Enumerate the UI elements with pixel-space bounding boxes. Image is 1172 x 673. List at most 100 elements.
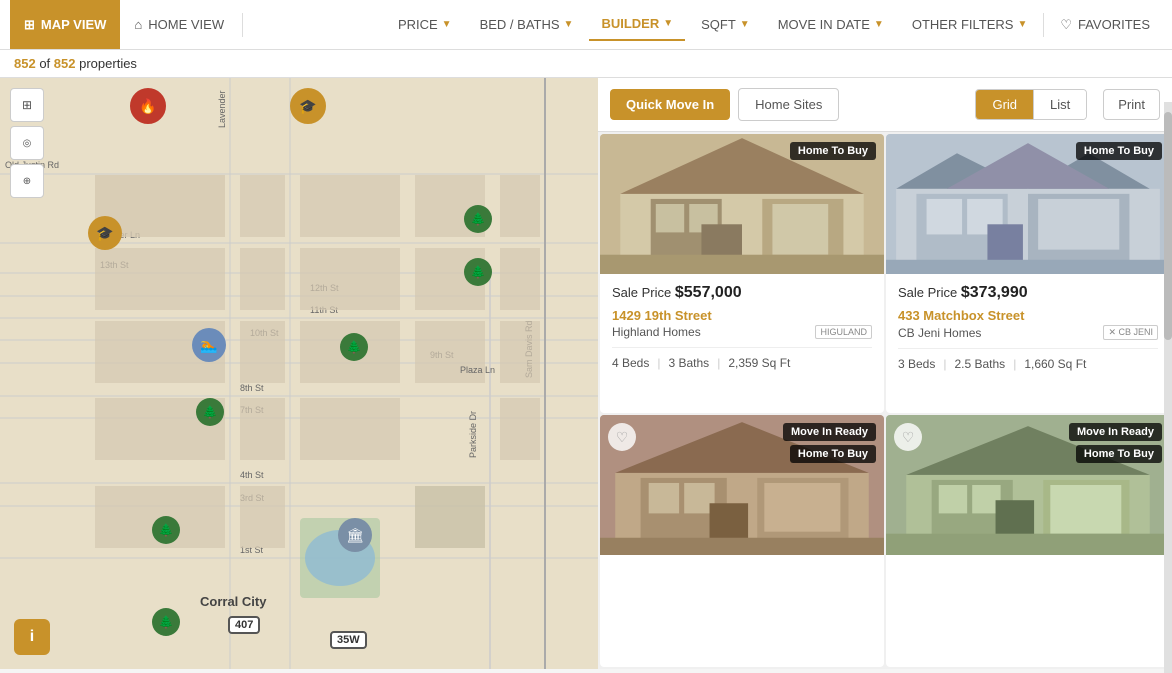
listing-card[interactable]: Home To Buy Sale Price $557,000 1429 19t… (600, 134, 884, 413)
map-info-button[interactable]: i (14, 619, 50, 655)
scrollbar-track[interactable] (1164, 102, 1172, 669)
builder-logo: HIGULAND (815, 325, 872, 339)
tree-pin-2[interactable]: 🌲 (340, 333, 368, 361)
listing-info (600, 555, 884, 635)
listing-specs: 3 Beds | 2.5 Baths | 1,660 Sq Ft (898, 348, 1158, 371)
otherfilters-arrow-icon: ▼ (1017, 19, 1027, 30)
spec-divider-1: | (657, 356, 660, 370)
badge-container: Home To Buy (1076, 142, 1162, 160)
grid-view-button[interactable]: Grid (976, 90, 1033, 119)
listing-card[interactable]: Home To Buy Sale Price $373,990 433 Matc… (886, 134, 1170, 413)
home-to-buy-badge: Home To Buy (790, 142, 876, 160)
badge-container: Move In Ready Home To Buy (783, 423, 876, 463)
traffic-button[interactable]: ◎ (10, 126, 44, 160)
listing-specs: 4 Beds | 3 Baths | 2,359 Sq Ft (612, 347, 872, 370)
listing-builder: Highland Homes HIGULAND (612, 325, 872, 339)
results-count: 852 (14, 56, 36, 71)
moveindate-filter-button[interactable]: MOVE IN DATE ▼ (766, 9, 896, 40)
list-view-button[interactable]: List (1033, 90, 1086, 119)
spec-divider-2: | (1013, 357, 1016, 371)
quick-move-in-tab[interactable]: Quick Move In (610, 89, 730, 120)
listing-info: Sale Price $373,990 433 Matchbox Street … (886, 274, 1170, 381)
favorite-button[interactable]: ♡ (894, 423, 922, 451)
fire-station-pin[interactable]: 🔥 (130, 88, 166, 124)
bedbaths-filter-button[interactable]: BED / BATHS ▼ (468, 9, 586, 40)
builder-filter-button[interactable]: BUILDER ▼ (589, 8, 685, 41)
nav-divider (242, 13, 243, 37)
tree-pin-3[interactable]: 🌲 (464, 205, 492, 233)
move-in-ready-badge: Move In Ready (783, 423, 876, 441)
baths-spec: 2.5 Baths (954, 357, 1005, 371)
govt-pin[interactable]: 🏛 (338, 518, 372, 552)
builder-name: Highland Homes (612, 325, 701, 339)
favorites-button[interactable]: ♡ FAVORITES (1048, 9, 1162, 41)
otherfilters-filter-button[interactable]: OTHER FILTERS ▼ (900, 9, 1040, 40)
listing-address[interactable]: 433 Matchbox Street (898, 308, 1158, 323)
listing-image-wrapper: ♡ Move In Ready Home To Buy (886, 415, 1170, 555)
bedbaths-filter-label: BED / BATHS (480, 17, 560, 32)
scrollbar-thumb[interactable] (1164, 112, 1172, 340)
beds-spec: 3 Beds (898, 357, 935, 371)
school-pin-top[interactable]: 🎓 (290, 88, 326, 124)
spec-divider-1: | (943, 357, 946, 371)
listing-address[interactable]: 1429 19th Street (612, 308, 872, 323)
layers-button[interactable]: ⊞ (10, 88, 44, 122)
tree-pin-1[interactable]: 🌲 (196, 398, 224, 426)
listing-image: Home To Buy (600, 134, 884, 274)
svg-text:8th St: 8th St (240, 383, 264, 393)
svg-text:Parkside Dr: Parkside Dr (468, 411, 478, 458)
listing-card[interactable]: ♡ Move In Ready Home To Buy (600, 415, 884, 667)
map-svg: Old Justin Rd Harrier Ln 13th St 12th St… (0, 78, 598, 669)
sqft-filter-button[interactable]: SQFT ▼ (689, 9, 762, 40)
swim-pin[interactable]: 🏊 (192, 328, 226, 362)
results-of: of (39, 56, 53, 71)
builder-name: CB Jeni Homes (898, 326, 981, 340)
svg-text:Plaza Ln: Plaza Ln (460, 365, 495, 375)
favorite-button[interactable]: ♡ (608, 423, 636, 451)
svg-text:4th St: 4th St (240, 470, 264, 480)
home-icon: ⌂ (134, 17, 142, 32)
main-layout: Old Justin Rd Harrier Ln 13th St 12th St… (0, 78, 1172, 669)
satellite-button[interactable]: ⊕ (10, 164, 44, 198)
move-in-ready-badge: Move In Ready (1069, 423, 1162, 441)
home-sites-tab[interactable]: Home Sites (738, 88, 839, 121)
listing-info: Sale Price $557,000 1429 19th Street Hig… (600, 274, 884, 380)
listings-grid: Home To Buy Sale Price $557,000 1429 19t… (598, 132, 1172, 669)
moveindate-arrow-icon: ▼ (874, 19, 884, 30)
moveindate-filter-label: MOVE IN DATE (778, 17, 870, 32)
badge-container: Move In Ready Home To Buy (1069, 423, 1162, 463)
listing-info (886, 555, 1170, 635)
sqft-spec: 2,359 Sq Ft (728, 356, 790, 370)
home-to-buy-badge: Home To Buy (790, 445, 876, 463)
listing-toolbar: Quick Move In Home Sites Grid List Print (598, 78, 1172, 132)
sqft-arrow-icon: ▼ (740, 19, 750, 30)
map-view-button[interactable]: ⊞ MAP VIEW (10, 0, 120, 49)
map-area[interactable]: Old Justin Rd Harrier Ln 13th St 12th St… (0, 78, 598, 669)
builder-filter-label: BUILDER (601, 16, 659, 31)
results-bar: 852 of 852 properties (0, 50, 1172, 78)
sale-price: Sale Price $557,000 (612, 284, 872, 302)
tree-pin-4[interactable]: 🌲 (464, 258, 492, 286)
tree-pin-6[interactable]: 🌲 (152, 608, 180, 636)
sale-price: Sale Price $373,990 (898, 284, 1158, 302)
highway-407-badge: 407 (228, 616, 260, 634)
map-icon: ⊞ (24, 17, 35, 33)
map-controls: ⊞ ◎ ⊕ 🔥 🎓 (10, 88, 44, 198)
tree-pin-5[interactable]: 🌲 (152, 516, 180, 544)
top-navigation: ⊞ MAP VIEW ⌂ HOME VIEW PRICE ▼ BED / BAT… (0, 0, 1172, 50)
price-amount: $373,990 (961, 284, 1028, 301)
spec-divider-2: | (717, 356, 720, 370)
view-toggle: Grid List (975, 89, 1087, 120)
listing-card[interactable]: ♡ Move In Ready Home To Buy (886, 415, 1170, 667)
price-filter-label: PRICE (398, 17, 438, 32)
map-view-label: MAP VIEW (41, 17, 107, 32)
otherfilters-filter-label: OTHER FILTERS (912, 17, 1014, 32)
filter-bar: PRICE ▼ BED / BATHS ▼ BUILDER ▼ SQFT ▼ M… (386, 8, 1039, 41)
badge-container: Home To Buy (790, 142, 876, 160)
price-filter-button[interactable]: PRICE ▼ (386, 9, 464, 40)
home-view-button[interactable]: ⌂ HOME VIEW (120, 9, 238, 40)
print-button[interactable]: Print (1103, 89, 1160, 120)
home-view-label: HOME VIEW (148, 17, 224, 32)
builder-logo: ✕ CB JENI (1103, 325, 1158, 340)
school-pin-left[interactable]: 🎓 (88, 216, 122, 250)
